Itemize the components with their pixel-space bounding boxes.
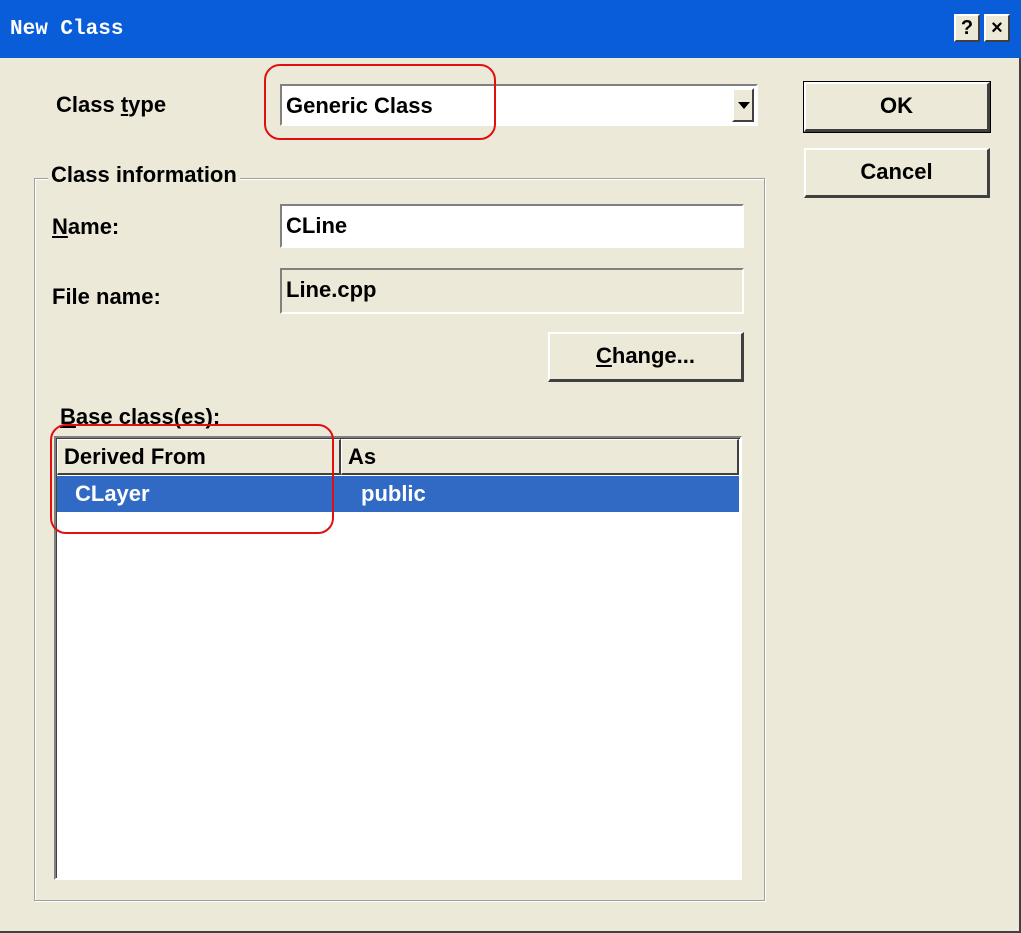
new-class-dialog: New Class ? × Class type Generic Class O… [0,0,1021,933]
column-header-as[interactable]: As [341,439,739,475]
file-name-label: File name: [52,284,161,309]
ok-button[interactable]: OK [803,81,991,133]
name-input[interactable]: CLine [280,204,744,248]
close-button[interactable]: × [984,14,1010,42]
class-information-legend: Class information [48,162,240,188]
file-name-field: Line.cpp [280,268,744,314]
change-button[interactable]: Change... [548,332,744,382]
name-label: Name: [52,214,120,239]
highlight-class-type [264,64,496,140]
window-title: New Class [10,18,124,41]
highlight-derived-from [50,424,334,534]
as-cell: public [361,481,426,506]
help-button[interactable]: ? [954,14,980,42]
name-input-value: CLine [286,213,348,238]
class-type-label: Class type [56,92,167,117]
chevron-down-icon[interactable] [732,88,754,122]
file-name-value: Line.cpp [286,277,377,302]
title-bar[interactable]: New Class ? × [0,0,1021,58]
cancel-button[interactable]: Cancel [804,148,990,198]
